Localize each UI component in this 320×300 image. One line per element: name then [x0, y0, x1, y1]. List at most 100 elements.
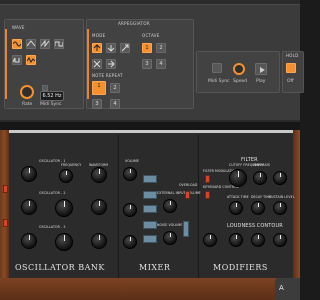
rate-knob[interactable] [20, 85, 34, 99]
wave-square-button[interactable] [54, 39, 64, 49]
mode-order-button[interactable] [106, 59, 116, 69]
osc-mod-switch-2[interactable] [3, 219, 8, 227]
wave-saw-button[interactable] [40, 39, 50, 49]
overload-lamp [185, 191, 190, 199]
noise-volume-knob[interactable] [163, 231, 177, 245]
emphasis-knob[interactable] [253, 171, 267, 185]
cutoff-frequency-knob[interactable] [229, 169, 247, 187]
loudness-sustain-knob[interactable] [273, 233, 287, 247]
random-wave-icon [27, 57, 35, 63]
wood-side-right [293, 130, 300, 300]
octave-3-button[interactable]: 3 [142, 59, 152, 69]
mixer-osc1-volume-knob[interactable] [123, 167, 137, 181]
osc3-mixer-switch[interactable] [143, 235, 157, 243]
external-input-knob[interactable] [163, 199, 177, 213]
osc2-mixer-switch[interactable] [143, 205, 157, 213]
mode-updown-button[interactable] [120, 43, 130, 53]
osc1-range-knob[interactable] [21, 166, 37, 182]
wave-triangle-button[interactable] [26, 39, 36, 49]
note-repeat-header: NOTE REPEAT [92, 73, 123, 78]
midi-sync-button[interactable] [212, 63, 222, 73]
off-label: Off [287, 79, 294, 84]
note-repeat-1-button[interactable]: 1 [92, 81, 106, 95]
arrow-up-icon [93, 44, 101, 51]
filter-modulation-switch[interactable] [205, 175, 210, 183]
corner-badge[interactable]: A [275, 278, 300, 300]
loudness-decay-knob[interactable] [251, 233, 265, 247]
noise-volume-label: NOISE VOLUME [157, 223, 183, 227]
panel-gap [0, 122, 300, 130]
octave-2-button[interactable]: 2 [156, 43, 166, 53]
square-wave-icon [55, 41, 63, 47]
osc-mod-switch-1[interactable] [3, 185, 8, 193]
mode-random-button[interactable] [92, 59, 102, 69]
filter-decay-knob[interactable] [251, 201, 265, 215]
mode-header: MODE [92, 33, 106, 38]
osc1-frequency-knob[interactable] [59, 169, 73, 183]
wave-divider-line [5, 29, 7, 99]
loudness-attack-knob[interactable] [229, 233, 243, 247]
rate-label: Rate [22, 102, 33, 107]
sine-wave-icon [13, 41, 21, 47]
mixer-osc3-volume-knob[interactable] [123, 235, 137, 249]
arpeggiator-header: ARPEGGIATOR [118, 21, 150, 26]
arp-divider-line [87, 29, 89, 99]
saw-wave-icon [41, 40, 49, 48]
mode-down-button[interactable] [106, 43, 116, 53]
octave-1-button[interactable]: 1 [142, 43, 152, 53]
midi-sync-label: Midi Sync [40, 102, 62, 107]
note-repeat-2-button[interactable]: 2 [110, 83, 120, 93]
hold-off-button[interactable] [286, 63, 296, 73]
octave-4-button[interactable]: 4 [156, 59, 166, 69]
mode-up-button[interactable] [92, 43, 102, 53]
overload-label: OVERLOAD [179, 183, 198, 187]
noise-mixer-switch[interactable] [143, 221, 157, 229]
loudness-contour-title: LOUDNESS CONTOUR [227, 223, 283, 229]
modifiers-section: FILTER FILTER MODULATION KEYBOARD CONTRO… [199, 135, 295, 278]
mixer-section: VOLUME EXTERNAL INPUT VOLUME NOISE VOLUM… [119, 135, 201, 278]
octave-header: OCTAVE [142, 33, 160, 38]
wood-side-left [0, 130, 9, 300]
osc1-waveform-knob[interactable] [91, 167, 107, 183]
external-input-label: EXTERNAL INPUT VOLUME [157, 191, 201, 195]
osc3-frequency-knob[interactable] [55, 233, 73, 251]
wave-pulse-button[interactable] [12, 55, 22, 65]
contour-amount-knob[interactable] [273, 171, 287, 185]
modifiers-title: MODIFIERS [213, 263, 268, 272]
osc2-waveform-knob[interactable] [91, 199, 107, 215]
arrow-down-icon [107, 45, 115, 52]
osc2-range-knob[interactable] [21, 199, 37, 215]
osc3-label: OSCILLATOR - 3 [39, 225, 66, 229]
filter-attack-knob[interactable] [229, 201, 243, 215]
osc2-frequency-knob[interactable] [55, 199, 73, 217]
osc3-waveform-knob[interactable] [91, 233, 107, 249]
mixer-title: MIXER [139, 263, 171, 272]
oscillator-bank-section: OSCILLATOR - 1 OSCILLATOR - 2 OSCILLATOR… [3, 135, 119, 278]
midi-sync-label-2: Midi Sync [208, 79, 230, 84]
ext-mixer-switch[interactable] [143, 191, 157, 199]
synth-front-panel: OSCILLATOR - 1 OSCILLATOR - 2 OSCILLATOR… [3, 130, 295, 278]
sustain-level-label: SUSTAIN LEVEL [269, 195, 295, 199]
wave-sine-button[interactable] [12, 39, 22, 49]
play-button[interactable] [255, 63, 267, 75]
wave-random-button[interactable] [26, 55, 36, 65]
pulse-wave-icon [13, 57, 20, 63]
mixer-osc2-volume-knob[interactable] [123, 203, 137, 217]
triangle-wave-icon [27, 40, 35, 47]
frequency-label: FREQUENCY [61, 163, 82, 167]
osc3-range-knob[interactable] [21, 233, 37, 249]
arrow-right-icon [108, 60, 115, 68]
speed-knob[interactable] [233, 63, 245, 75]
note-repeat-4-button[interactable]: 4 [110, 99, 120, 109]
arrow-updown-icon [121, 44, 129, 52]
speed-label: Speed [233, 79, 248, 84]
arpeggiator-panel: WAVE Rate Midi Sync 6.52 Hz ARPEGGIATOR … [0, 4, 304, 122]
modifiers-left-knob[interactable] [203, 233, 217, 247]
note-repeat-3-button[interactable]: 3 [92, 99, 102, 109]
play-label: Play [256, 79, 266, 84]
noise-color-switch[interactable] [183, 221, 189, 237]
volume-label: VOLUME [125, 159, 139, 163]
filter-sustain-knob[interactable] [273, 201, 287, 215]
keyboard-control-switch[interactable] [205, 191, 210, 199]
osc1-mixer-switch[interactable] [143, 175, 157, 183]
